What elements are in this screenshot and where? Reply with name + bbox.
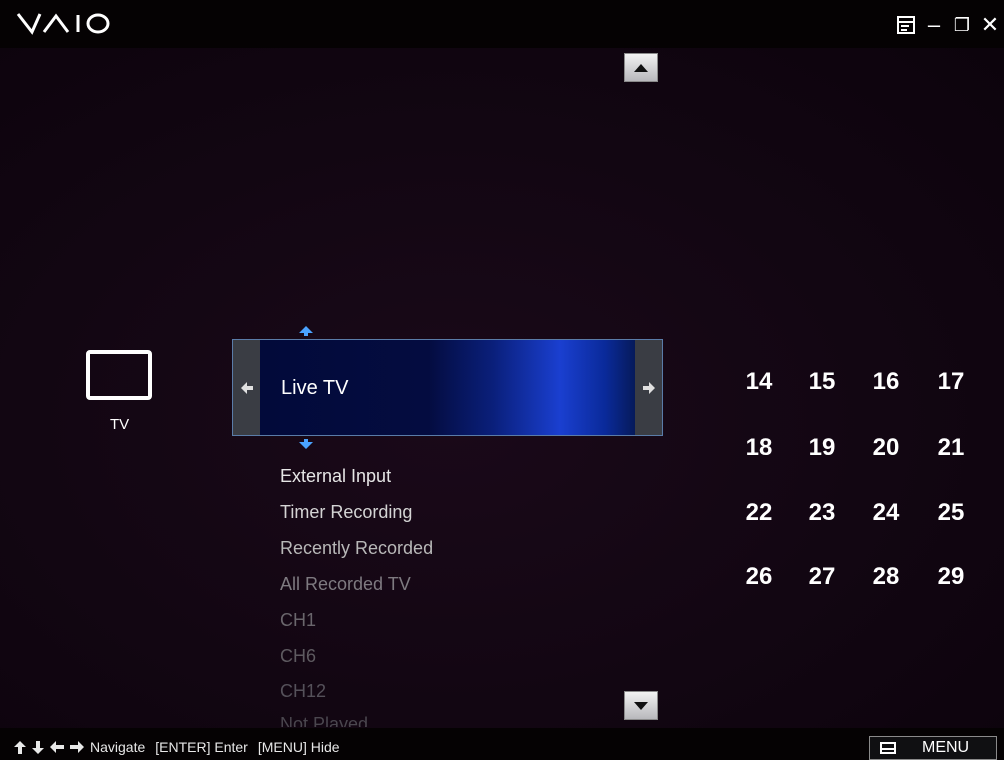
menu-button[interactable]: MENU [869,736,997,760]
date-cell[interactable]: 14 [736,368,782,396]
navigation-hint: Navigate [ENTER] Enter [MENU] Hide [14,739,340,755]
date-cell[interactable]: 28 [863,563,909,591]
menu-button-label: MENU [922,739,970,756]
date-cell[interactable]: 19 [799,434,845,462]
hint-enter: [ENTER] Enter [155,739,248,755]
date-cell[interactable]: 25 [928,499,974,527]
arrow-left-icon [240,381,253,394]
arrow-up-icon [299,326,313,336]
menu-icon [880,742,896,754]
triangle-down-icon [634,701,648,710]
menu-item-timer-recording[interactable]: Timer Recording [280,502,412,523]
menu-item-not-played[interactable]: Not Played [280,714,368,727]
selector-next-button[interactable] [635,340,662,435]
minimize-button[interactable]: – [920,12,948,38]
window-controls: – ❐ ✕ [892,12,1004,38]
window-menu-icon[interactable] [892,12,920,38]
date-cell[interactable]: 17 [928,368,974,396]
menu-item-all-recorded-tv[interactable]: All Recorded TV [280,574,411,595]
scroll-down-button[interactable] [624,691,658,720]
arrow-down-icon [299,439,313,449]
status-bar: Navigate [ENTER] Enter [MENU] Hide MENU [0,728,1004,760]
date-cell[interactable]: 21 [928,434,974,462]
vaio-logo [16,13,110,35]
hint-navigate: Navigate [90,739,146,755]
nav-right-icon [70,741,84,753]
date-cell[interactable]: 24 [863,499,909,527]
date-cell[interactable]: 16 [863,368,909,396]
date-cell[interactable]: 23 [799,499,845,527]
hint-menu-hide: [MENU] Hide [257,739,340,755]
restore-icon: ❐ [953,14,971,35]
close-button[interactable]: ✕ [976,12,1004,38]
triangle-up-icon [634,63,648,72]
restore-button[interactable]: ❐ [948,12,976,38]
title-bar: – ❐ ✕ [0,0,1004,48]
date-cell[interactable]: 29 [928,563,974,591]
date-cell[interactable]: 15 [799,368,845,396]
date-cell[interactable]: 20 [863,434,909,462]
menu-item-external-input[interactable]: External Input [280,466,391,487]
date-cell[interactable]: 22 [736,499,782,527]
tv-icon[interactable] [86,350,152,400]
category-label: TV [110,416,130,433]
selector-prev-button[interactable] [233,340,260,435]
menu-item-recently-recorded[interactable]: Recently Recorded [280,538,433,559]
date-cell[interactable]: 27 [799,563,845,591]
channel-selector[interactable]: Live TV [232,339,663,436]
menu-item-ch12[interactable]: CH12 [280,681,326,702]
date-cell[interactable]: 26 [736,563,782,591]
selector-current-label: Live TV [281,377,349,399]
close-icon: ✕ [980,12,1000,37]
scroll-up-button[interactable] [624,53,658,82]
nav-up-icon [14,740,26,754]
menu-item-ch6[interactable]: CH6 [280,646,316,667]
nav-down-icon [32,740,44,754]
minimize-icon: – [927,12,941,37]
menu-item-ch1[interactable]: CH1 [280,610,316,631]
nav-left-icon [50,741,64,753]
date-cell[interactable]: 18 [736,434,782,462]
arrow-right-icon [642,381,655,394]
